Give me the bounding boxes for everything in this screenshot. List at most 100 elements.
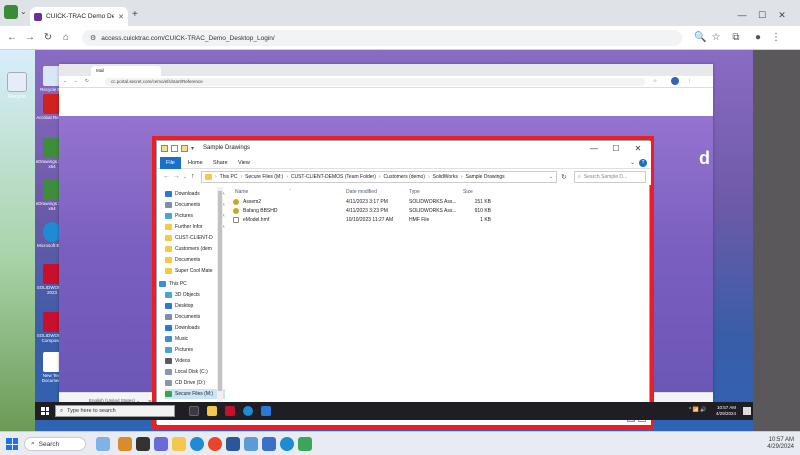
nav-item[interactable]: This PC <box>159 279 219 289</box>
nav-item[interactable]: 3D Objects <box>165 290 225 300</box>
qa-chevron-icon[interactable]: ▾ <box>191 145 194 152</box>
tab-close-icon[interactable]: ✕ <box>118 13 124 21</box>
local-taskbar-search[interactable]: ⌕ Search <box>24 437 86 451</box>
file-explorer-icon[interactable] <box>172 437 186 451</box>
ribbon-tab-view[interactable]: View <box>232 157 256 169</box>
column-header-size[interactable]: Size <box>463 189 473 195</box>
file-row[interactable]: Assem2 4/11/2023 3:17 PM SOLIDWORKS Ass...… <box>229 198 529 207</box>
breadcrumb-solidworks[interactable]: SolidWorks <box>433 174 458 180</box>
breadcrumb-this-pc[interactable]: This PC <box>220 174 238 180</box>
task-view-icon[interactable] <box>136 437 150 451</box>
breadcrumb-sample-drawings[interactable]: Sample Drawings <box>466 174 505 180</box>
nav-item[interactable]: Documents <box>165 312 225 322</box>
nav-item[interactable]: Pictures <box>165 345 225 355</box>
nav-item[interactable]: CD Drive (D:) <box>165 378 225 388</box>
explorer-maximize-button[interactable]: ☐ <box>611 144 621 154</box>
recycle-bin-icon[interactable] <box>7 72 27 92</box>
ribbon-tab-home[interactable]: Home <box>182 157 209 169</box>
word-icon[interactable] <box>226 437 240 451</box>
window-minimize-button[interactable]: — <box>737 10 747 20</box>
widgets-icon[interactable] <box>96 437 110 451</box>
column-header-date[interactable]: Date modified <box>346 189 377 195</box>
remote-reload-icon[interactable]: ↻ <box>85 78 89 84</box>
nav-item[interactable]: Downloads ✎ <box>165 189 225 199</box>
breadcrumb-team-folder[interactable]: CUST-CLIENT-DEMOS (Team Folder) <box>291 174 376 180</box>
remote-address-bar[interactable]: cc.portal.secret.com/cemo/efs/start/Refe… <box>105 78 645 86</box>
extensions-icon[interactable]: ⧉ <box>730 32 742 44</box>
teams-icon[interactable] <box>154 437 168 451</box>
browser-tab-cuicktrac[interactable]: CUICK-TRAC Demo Desktop Lo ✕ <box>30 7 128 26</box>
explorer-address-bar[interactable]: › This PC › Secure Files (M:) › CUST-CLI… <box>201 171 557 183</box>
window-close-button[interactable]: ✕ <box>777 10 787 20</box>
explorer-close-button[interactable]: ✕ <box>633 144 643 154</box>
edge-icon[interactable] <box>190 437 204 451</box>
new-folder-icon[interactable] <box>181 145 188 152</box>
remote-forward-icon[interactable]: → <box>73 78 78 83</box>
solidworks-taskbar-icon[interactable] <box>225 406 235 416</box>
up-arrow-icon[interactable]: ↑ <box>191 173 195 181</box>
file-row[interactable]: Bafang BBSHD 4/11/2023 3:23 PM SOLIDWORKS … <box>229 207 529 216</box>
breadcrumb-secure-files[interactable]: Secure Files (M:) <box>245 174 283 180</box>
edge-profile-icon[interactable] <box>280 437 294 451</box>
column-header-name[interactable]: Name <box>235 189 248 195</box>
file-row[interactable]: eModel.hmf 10/10/2023 11:27 AM HMF File 1 K… <box>229 216 529 225</box>
chrome-app-icon[interactable] <box>298 437 312 451</box>
site-info-icon[interactable]: ⚙ <box>90 34 96 42</box>
navigation-scrollbar[interactable] <box>217 187 223 413</box>
remote-system-tray[interactable]: ^ 📶 🔊 <box>689 407 707 413</box>
remote-menu-icon[interactable]: ⋮ <box>687 78 692 84</box>
outlook-icon[interactable] <box>262 437 276 451</box>
nav-item[interactable]: Pictures ✎ <box>165 211 225 221</box>
back-arrow-icon[interactable]: ← <box>6 32 18 44</box>
address-history-chevron-icon[interactable]: ⌄ <box>549 174 553 180</box>
nav-item[interactable]: Local Disk (C:) <box>165 367 225 377</box>
forward-arrow-icon[interactable]: → <box>24 32 36 44</box>
nav-item[interactable]: Customers (dem <box>165 244 225 254</box>
recent-locations-chevron-icon[interactable]: ⌄ <box>183 173 187 181</box>
column-header-type[interactable]: Type <box>409 189 420 195</box>
copilot-icon[interactable] <box>118 437 132 451</box>
tab-list-chevron-icon[interactable]: ⌄ <box>20 7 30 17</box>
properties-icon[interactable] <box>171 145 178 152</box>
bookmark-star-icon[interactable]: ☆ <box>710 32 722 44</box>
nav-item[interactable]: Music <box>165 334 225 344</box>
ribbon-expand-chevron-icon[interactable]: ⌄ <box>630 159 635 166</box>
zoom-icon[interactable]: 🔍 <box>694 32 706 44</box>
remote-profile-icon[interactable] <box>671 77 679 85</box>
ribbon-tab-share[interactable]: Share <box>207 157 234 169</box>
home-icon[interactable]: ⌂ <box>60 32 72 44</box>
explorer-minimize-button[interactable]: — <box>589 144 599 154</box>
nav-item[interactable]: Downloads <box>165 323 225 333</box>
browser-menu-icon[interactable]: ⋮ <box>770 32 782 44</box>
file-explorer-taskbar-icon[interactable] <box>207 406 217 416</box>
ribbon-tab-file[interactable]: File <box>160 157 181 169</box>
window-maximize-button[interactable]: ☐ <box>757 10 767 20</box>
app-icon[interactable] <box>244 437 258 451</box>
explorer-forward-icon[interactable]: → <box>173 173 180 181</box>
chrome-icon[interactable] <box>208 437 222 451</box>
remote-back-icon[interactable]: ← <box>63 78 68 83</box>
windows-start-icon[interactable] <box>6 438 18 450</box>
help-icon[interactable]: ? <box>639 159 647 167</box>
nav-item[interactable]: Documents ✎ <box>165 200 225 210</box>
explorer-search-box[interactable]: ⌕ Search Sample D... <box>574 171 646 183</box>
remote-taskbar-search[interactable]: ⌕ Type here to search <box>55 405 175 417</box>
nav-item[interactable]: Desktop <box>165 301 225 311</box>
refresh-icon[interactable]: ↻ <box>561 173 567 181</box>
remote-start-icon[interactable] <box>41 407 49 415</box>
nav-item[interactable]: Secure Files (M:) <box>165 389 225 399</box>
remote-browser-tab[interactable]: Mail <box>91 66 161 76</box>
remote-star-icon[interactable]: ☆ <box>653 78 657 84</box>
explorer-back-icon[interactable]: ← <box>163 173 170 181</box>
scrollbar-thumb[interactable] <box>218 191 222 391</box>
local-clock[interactable]: 10:57 AM 4/29/2024 <box>767 437 794 451</box>
nav-item[interactable]: Further Infor ✎ <box>165 222 225 232</box>
nav-item[interactable]: CUST-CLIENT-D <box>165 233 225 243</box>
edge-taskbar-icon[interactable] <box>243 406 253 416</box>
remote-app-taskbar-icon[interactable] <box>261 406 271 416</box>
nav-item[interactable]: Super Cool Mate <box>165 266 225 276</box>
remote-notification-icon[interactable] <box>743 407 751 415</box>
reload-icon[interactable]: ↻ <box>42 32 54 44</box>
address-bar[interactable]: ⚙ access.cuicktrac.com/CUICK-TRAC_Demo_D… <box>82 30 682 46</box>
profile-avatar-icon[interactable]: ● <box>752 32 764 44</box>
